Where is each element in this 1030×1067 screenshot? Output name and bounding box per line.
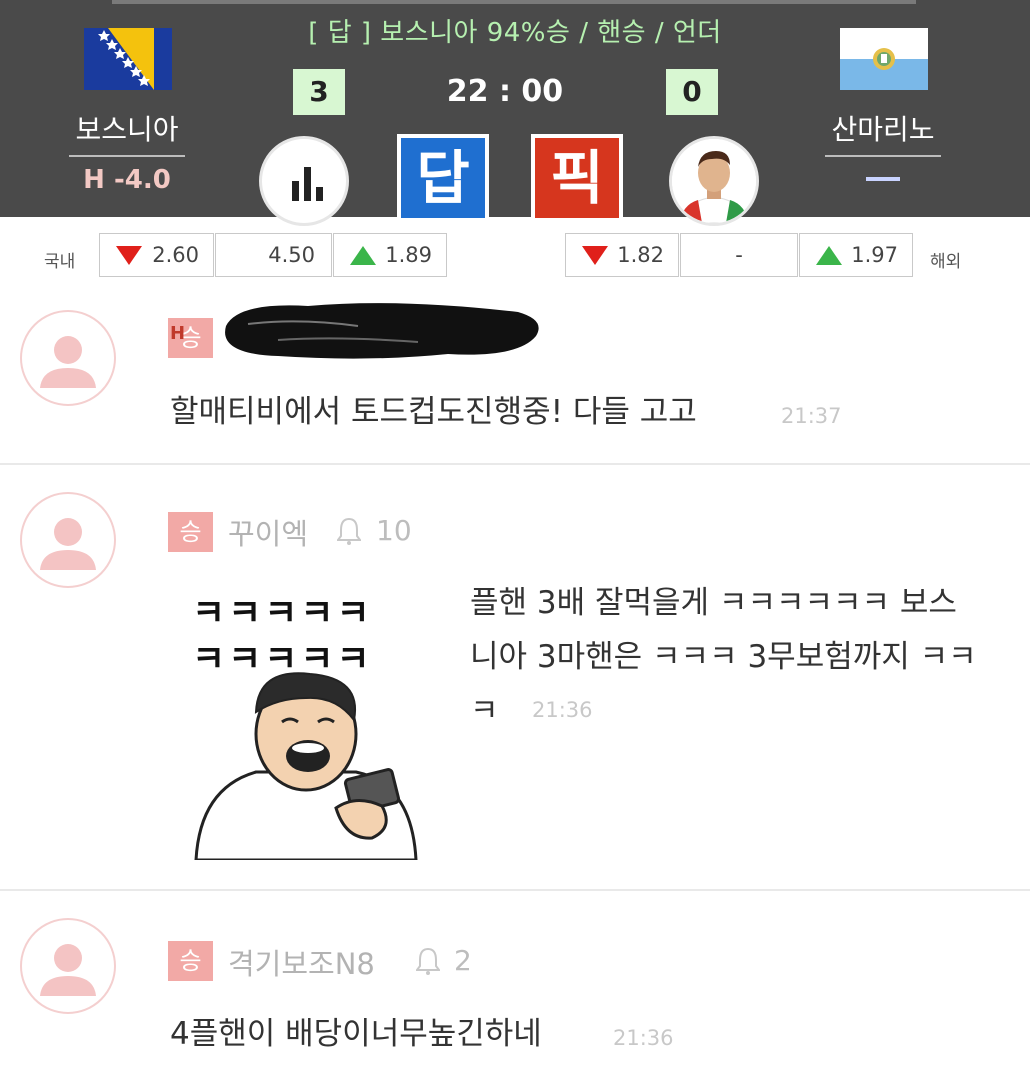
sticker-text: ㅋㅋㅋㅋㅋ (192, 593, 373, 634)
home-handicap: H -4.0 (83, 165, 171, 195)
home-team-underline (69, 155, 185, 157)
home-score: 3 (293, 69, 345, 115)
domestic-away-odds[interactable]: 1.89 (333, 233, 447, 277)
odds-value: 1.89 (385, 243, 432, 267)
answer-button[interactable]: 답 (397, 134, 489, 222)
bosnia-flag-icon (84, 28, 172, 90)
comment-time: 21:36 (613, 1026, 674, 1050)
odds-value: - (735, 243, 743, 267)
overseas-away-odds[interactable]: 1.97 (799, 233, 913, 277)
overseas-home-odds[interactable]: 1.82 (565, 233, 679, 277)
comment-divider (0, 463, 1030, 465)
match-header: [ 답 ] 보스니아 94%승 / 핸승 / 언더 보스니아 H -4.0 산마… (0, 0, 1030, 226)
pick-button[interactable]: 픽 (531, 134, 623, 222)
comment-text: 할매티비에서 토드컵도진행중! 다들 고고 (170, 394, 697, 430)
odds-down-icon (116, 246, 142, 265)
away-handicap-dash (866, 177, 900, 181)
comment-text-line: 니아 3마핸은 ㅋㅋㅋ 3무보험까지 ㅋㅋ (470, 639, 977, 675)
overseas-draw-odds[interactable]: - (680, 233, 798, 277)
tipster-avatar-icon (672, 139, 756, 223)
user-avatar-icon[interactable] (20, 918, 116, 1014)
odds-up-icon (350, 246, 376, 265)
domestic-draw-odds[interactable]: 4.50 (215, 233, 332, 277)
domestic-odds-label: 국내 (44, 252, 76, 272)
badge-label: 승 (179, 518, 202, 546)
overseas-odds-label: 해외 (930, 252, 962, 272)
comment-text-line: ㅋ (470, 693, 499, 729)
match-time: 22 : 00 (446, 74, 564, 109)
bell-icon (416, 947, 440, 975)
redacted-nickname (225, 303, 539, 359)
away-team-name[interactable]: 산마리노 (808, 108, 958, 148)
win-badge: H 승 (168, 318, 213, 358)
stats-button[interactable] (259, 136, 349, 226)
win-badge: 승 (168, 512, 213, 552)
away-team-underline (825, 155, 941, 157)
user-avatar-icon[interactable] (20, 492, 116, 588)
header-top-line (112, 0, 916, 4)
comment-nickname[interactable]: 꾸이엑 (228, 511, 308, 553)
comment-time: 21:36 (532, 698, 593, 722)
win-badge: 승 (168, 941, 213, 981)
odds-value: 1.97 (851, 243, 898, 267)
home-badge-prefix: H (170, 323, 186, 344)
comment-text: 4플핸이 배당이너무높긴하네 (170, 1016, 542, 1052)
away-score: 0 (666, 69, 718, 115)
badge-label: 승 (179, 947, 202, 975)
bell-icon (337, 517, 361, 545)
odds-value: 4.50 (268, 243, 315, 267)
bar-chart-icon (292, 167, 324, 201)
odds-up-icon (816, 246, 842, 265)
domestic-home-odds[interactable]: 2.60 (99, 233, 214, 277)
like-count: 10 (376, 514, 412, 547)
comment-text-line: 플핸 3배 잘먹을게 ㅋㅋㅋㅋㅋㅋ 보스 (470, 585, 957, 621)
laughing-man-sticker: ㅋㅋㅋㅋㅋ ㅋㅋㅋㅋㅋ (186, 578, 426, 860)
user-avatar-icon[interactable] (20, 310, 116, 406)
like-count: 2 (454, 944, 472, 977)
odds-down-icon (582, 246, 608, 265)
comment-divider (0, 889, 1030, 891)
tipster-avatar-button[interactable] (669, 136, 759, 226)
odds-value: 2.60 (152, 243, 199, 267)
odds-value: 1.82 (617, 243, 664, 267)
comment-nickname[interactable]: 격기보조N8 (228, 941, 375, 983)
laughing-man-icon (194, 672, 418, 860)
san-marino-flag-icon (840, 28, 928, 90)
comment-time: 21:37 (781, 404, 842, 428)
home-team-name[interactable]: 보스니아 (52, 108, 202, 148)
